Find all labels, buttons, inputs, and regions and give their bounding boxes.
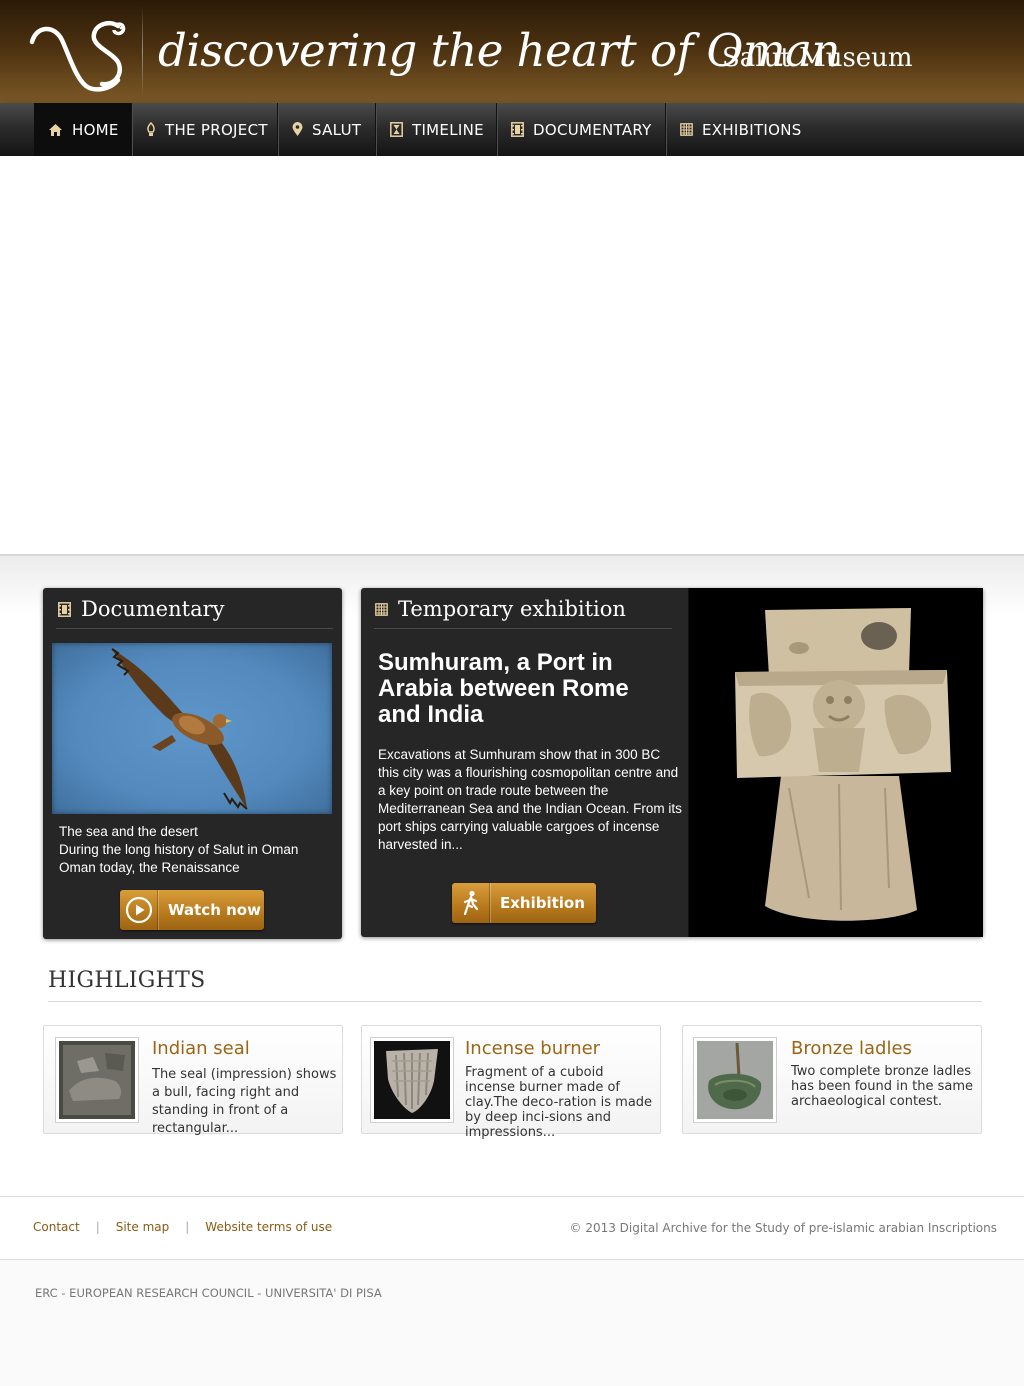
eagle-image	[111, 648, 248, 810]
highlight-description: Fragment of a cuboid incense burner made…	[465, 1065, 653, 1140]
exhibition-description: Excavations at Sumhuram show that in 300…	[378, 747, 682, 852]
footer-link-contact[interactable]: Contact	[33, 1220, 80, 1234]
pen-nib-icon	[147, 122, 155, 136]
footer-separator: |	[185, 1220, 190, 1234]
exhibition-rule	[374, 628, 672, 629]
footer-link-site-map[interactable]: Site map	[116, 1220, 170, 1234]
copyright-text: © 2013 Digital Archive for the Study of …	[569, 1221, 997, 1235]
nav-item-exhibitions[interactable]: EXHIBITIONS	[666, 103, 812, 156]
exhibition-button-label: Exhibition	[500, 894, 585, 912]
map-pin-icon	[292, 122, 303, 136]
walking-person-icon	[463, 890, 478, 916]
highlight-thumbnail[interactable]	[55, 1037, 139, 1123]
exhibition-title[interactable]: Sumhuram, a Port in Arabia between Rome …	[378, 650, 678, 728]
hourglass-icon	[390, 122, 403, 137]
nav-item-label: DOCUMENTARY	[533, 120, 652, 139]
footer-separator: |	[95, 1220, 100, 1234]
logo-icon[interactable]	[28, 18, 132, 94]
footer-links: Contact | Site map | Website terms of us…	[33, 1220, 332, 1234]
footer-bottom	[0, 1260, 1024, 1386]
nav-item-label: SALUT	[312, 120, 362, 139]
exhibition-heading: Temporary exhibition	[375, 596, 626, 622]
documentary-episode[interactable]: Oman today, the Renaissance	[59, 859, 334, 877]
nav-item-label: TIMELINE	[412, 120, 484, 139]
highlight-description: The seal (impression) shows a bull, faci…	[152, 1067, 337, 1136]
sponsors-text: ERC - EUROPEAN RESEARCH COUNCIL - UNIVER…	[35, 1286, 382, 1300]
nav-item-documentary[interactable]: DOCUMENTARY	[497, 103, 666, 156]
documentary-episode[interactable]: The sea and the desert	[59, 823, 334, 841]
calendar-icon	[680, 123, 693, 136]
incense-burner-image	[374, 1041, 450, 1119]
nav-item-home[interactable]: HOME	[34, 103, 132, 156]
exhibition-heading-text: Temporary exhibition	[398, 597, 626, 621]
bronze-ladle-image	[697, 1041, 773, 1119]
film-icon	[511, 122, 524, 137]
documentary-rule	[56, 628, 333, 629]
incense-altar-image	[735, 608, 951, 921]
highlights-heading: HIGHLIGHTS	[48, 968, 206, 993]
nav-item-label: HOME	[72, 120, 119, 139]
nav-item-salut[interactable]: SALUT	[278, 103, 376, 156]
play-icon	[125, 896, 152, 924]
exhibition-image[interactable]	[688, 588, 983, 937]
highlight-title[interactable]: Incense burner	[465, 1038, 600, 1059]
watch-now-label: Watch now	[168, 901, 261, 919]
documentary-image[interactable]	[52, 643, 332, 814]
nav-item-label: EXHIBITIONS	[702, 120, 802, 139]
highlight-thumbnail[interactable]	[370, 1037, 454, 1123]
highlight-thumbnail[interactable]	[693, 1037, 777, 1123]
nav-item-the-project[interactable]: THE PROJECT	[132, 103, 278, 156]
seal-image	[59, 1041, 135, 1119]
footer-top-border	[0, 1196, 1024, 1197]
nav-item-timeline[interactable]: TIMELINE	[376, 103, 497, 156]
documentary-episode[interactable]: During the long history of Salut in Oman	[59, 841, 334, 859]
header-divider	[142, 6, 143, 96]
highlight-description: Two complete bronze ladles has been foun…	[791, 1064, 973, 1109]
button-icon-box	[452, 883, 490, 923]
site-header: discovering the heart of Oman Salut Muse…	[0, 0, 1024, 103]
documentary-heading-text: Documentary	[81, 597, 225, 621]
hero-slider[interactable]	[0, 156, 1024, 554]
film-icon	[58, 601, 71, 617]
documentary-episode-list: The sea and the desert During the long h…	[59, 823, 334, 877]
highlights-rule	[48, 1001, 982, 1002]
calendar-icon	[375, 602, 388, 616]
watch-now-button[interactable]: Watch now	[120, 890, 264, 930]
nav-item-label: THE PROJECT	[165, 120, 268, 139]
main-nav: HOME THE PROJECT SALUT TIMELINE DOCUMENT…	[0, 103, 1024, 156]
button-icon-box	[120, 890, 158, 930]
site-subtitle: Salut Museum	[722, 43, 913, 73]
exhibition-button[interactable]: Exhibition	[452, 883, 596, 923]
highlight-title[interactable]: Indian seal	[152, 1038, 250, 1059]
footer-divider	[0, 1259, 1024, 1260]
home-icon	[49, 123, 62, 136]
documentary-heading: Documentary	[58, 596, 225, 622]
highlight-title[interactable]: Bronze ladles	[791, 1038, 912, 1059]
footer-link-terms[interactable]: Website terms of use	[205, 1220, 332, 1234]
